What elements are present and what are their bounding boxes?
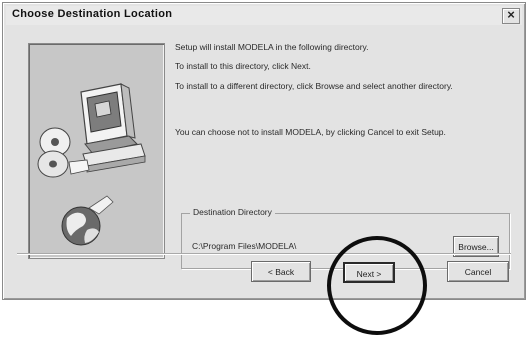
setup-illustration bbox=[28, 43, 165, 259]
instruction-line-4: You can choose not to install MODELA, by… bbox=[175, 127, 446, 137]
button-separator bbox=[17, 253, 511, 255]
back-button[interactable]: < Back bbox=[251, 261, 311, 282]
title-bar[interactable]: Choose Destination Location × bbox=[6, 6, 522, 25]
close-icon: × bbox=[507, 7, 515, 22]
destination-path: C:\Program Files\MODELA\ bbox=[192, 241, 297, 251]
instruction-line-1: Setup will install MODELA in the followi… bbox=[175, 42, 369, 52]
dialog-title: Choose Destination Location bbox=[12, 8, 173, 20]
setup-dialog-window: Choose Destination Location × Setup will… bbox=[2, 2, 526, 300]
close-button[interactable]: × bbox=[502, 7, 520, 24]
computer-icon bbox=[80, 83, 146, 173]
globe-icon bbox=[61, 195, 114, 246]
next-button[interactable]: Next > bbox=[343, 262, 395, 283]
instruction-line-3: To install to a different directory, cli… bbox=[175, 81, 453, 91]
cd-disc-icon bbox=[37, 127, 90, 178]
destination-directory-label: Destination Directory bbox=[190, 207, 275, 217]
instruction-line-2: To install to this directory, click Next… bbox=[175, 61, 311, 71]
cancel-button[interactable]: Cancel bbox=[447, 261, 509, 282]
